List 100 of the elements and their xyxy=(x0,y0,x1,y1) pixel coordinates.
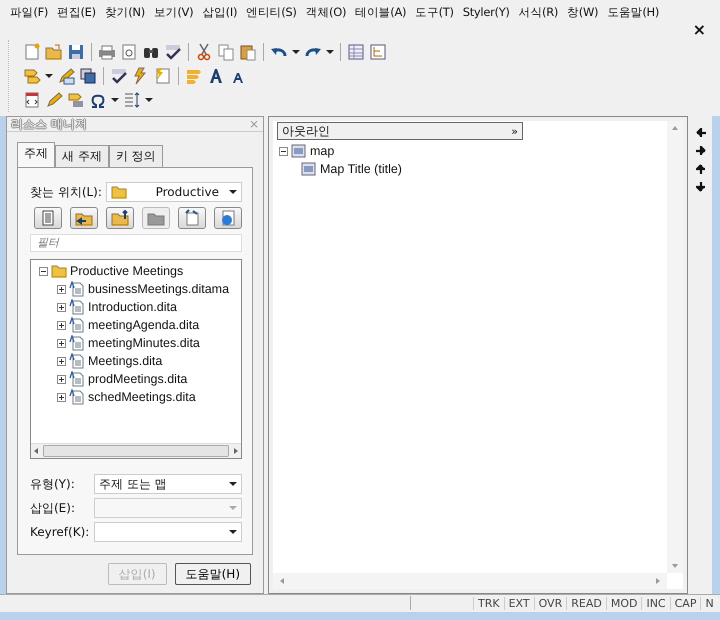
print-preview-icon[interactable] xyxy=(120,43,138,61)
collapse-icon[interactable] xyxy=(279,146,288,156)
table-icon[interactable] xyxy=(347,43,365,61)
scroll-down-icon[interactable] xyxy=(672,563,678,569)
field-label: 유형(Y): xyxy=(30,476,76,492)
printer-icon[interactable] xyxy=(98,43,116,61)
more-button[interactable]: » xyxy=(511,124,518,138)
globe-page-button[interactable] xyxy=(214,207,242,229)
tree-view-icon[interactable] xyxy=(369,43,387,61)
field-label: 삽입(E): xyxy=(30,500,76,516)
menu-item[interactable]: 보기(V) xyxy=(154,4,194,20)
horizontal-scrollbar[interactable] xyxy=(273,573,667,589)
menu-item[interactable]: 삽입(I) xyxy=(202,4,238,20)
menu-item[interactable]: 서식(R) xyxy=(518,4,558,20)
scissors-icon[interactable] xyxy=(195,43,213,61)
new-document-icon[interactable] xyxy=(23,43,41,61)
scroll-left-icon[interactable] xyxy=(279,578,285,584)
expand-icon[interactable] xyxy=(57,392,66,402)
sort-lines-icon[interactable] xyxy=(123,91,141,109)
code-page-icon[interactable] xyxy=(23,91,41,109)
expand-icon[interactable] xyxy=(57,356,66,366)
squares-icon[interactable] xyxy=(79,67,97,85)
location-label: 찾는 위치(L): xyxy=(30,184,102,200)
menu-item[interactable]: 엔티티(S) xyxy=(246,4,297,20)
arrow-icon[interactable] xyxy=(696,128,706,138)
element-icon xyxy=(301,161,317,177)
filter-field[interactable]: 필터 xyxy=(30,234,242,252)
spell-check-icon[interactable] xyxy=(164,43,182,61)
open-folder-icon[interactable] xyxy=(45,43,63,61)
arrow-icon[interactable] xyxy=(696,182,706,192)
check-list-icon[interactable] xyxy=(110,67,128,85)
tag-icon[interactable] xyxy=(23,67,41,85)
menu-item[interactable]: 도구(T) xyxy=(415,4,454,20)
document-icon xyxy=(69,317,85,333)
help-button[interactable]: 도움말(H) xyxy=(174,563,251,585)
folder-back-button[interactable] xyxy=(70,207,98,229)
status-indicator: TRK xyxy=(473,596,504,610)
tree-item[interactable]: map xyxy=(310,144,334,158)
dropdown-field[interactable] xyxy=(94,522,242,542)
vertical-scrollbar[interactable] xyxy=(667,121,683,573)
tree-item[interactable]: meetingAgenda.dita xyxy=(88,318,200,332)
letter-large-icon[interactable] xyxy=(207,67,225,85)
tree-item[interactable]: Productive Meetings xyxy=(70,264,184,278)
menu-item[interactable]: 도움말(H) xyxy=(607,4,660,20)
arrow-icon[interactable] xyxy=(696,164,706,174)
lightning-page-icon[interactable] xyxy=(154,67,172,85)
menu-item[interactable]: Styler(Y) xyxy=(462,4,510,20)
document-icon xyxy=(69,371,85,387)
save-icon[interactable] xyxy=(67,43,85,61)
status-indicator: N xyxy=(700,596,718,610)
status-indicator: OVR xyxy=(534,596,566,610)
copy-icon[interactable] xyxy=(217,43,235,61)
menu-item[interactable]: 테이블(A) xyxy=(355,4,406,20)
tree-item[interactable]: Meetings.dita xyxy=(88,354,162,368)
tree-item[interactable]: Introduction.dita xyxy=(88,300,177,314)
scroll-right-icon[interactable] xyxy=(233,448,239,454)
dropdown-field[interactable]: 주제 또는 맵 xyxy=(94,474,242,494)
menu-item[interactable]: 편집(E) xyxy=(57,4,96,20)
scroll-up-icon[interactable] xyxy=(672,125,678,131)
paste-icon[interactable] xyxy=(239,43,257,61)
list-tag-icon[interactable] xyxy=(67,91,85,109)
folder-up-icon xyxy=(111,209,129,227)
expand-icon[interactable] xyxy=(57,320,66,330)
tab[interactable]: 주제 xyxy=(17,142,55,167)
document-icon xyxy=(69,299,85,315)
panel-title: 리소스 매니저 xyxy=(11,116,87,132)
pencil-icon[interactable] xyxy=(57,67,75,85)
page-arrows-button[interactable] xyxy=(178,207,206,229)
tree-item[interactable]: prodMeetings.dita xyxy=(88,372,188,386)
expand-icon[interactable] xyxy=(57,302,66,312)
scroll-left-icon[interactable] xyxy=(33,448,39,454)
menu-item[interactable]: 창(W) xyxy=(567,4,598,20)
menu-item[interactable]: 객체(O) xyxy=(306,4,346,20)
close-button[interactable]: × xyxy=(692,22,706,38)
status-indicator: EXT xyxy=(504,596,534,610)
tree-item[interactable]: meetingMinutes.dita xyxy=(88,336,200,350)
expand-icon[interactable] xyxy=(57,284,66,294)
document-icon xyxy=(69,335,85,351)
tab[interactable]: 새 주제 xyxy=(55,145,109,167)
document-icon xyxy=(69,353,85,369)
outline-tab[interactable]: 아웃라인 xyxy=(282,122,330,140)
tree-item[interactable]: schedMeetings.dita xyxy=(88,390,196,404)
location-dropdown[interactable]: Productive xyxy=(106,182,242,202)
tab[interactable]: 키 정의 xyxy=(108,145,163,167)
expand-icon[interactable] xyxy=(57,338,66,348)
document-icon xyxy=(69,281,85,297)
status-indicator: INC xyxy=(641,596,670,610)
menu-item[interactable]: 찾기(N) xyxy=(104,4,145,20)
dropdown-caret-icon xyxy=(229,188,237,196)
code-pencil-icon[interactable] xyxy=(45,91,63,109)
page-button[interactable] xyxy=(34,207,62,229)
arrow-icon[interactable] xyxy=(696,146,706,156)
scroll-right-icon[interactable] xyxy=(655,578,661,584)
tree-item[interactable]: Map Title (title) xyxy=(320,162,402,176)
collapse-icon[interactable] xyxy=(39,266,48,276)
menu-item[interactable]: 파일(F) xyxy=(10,4,48,20)
folder-up-button[interactable] xyxy=(106,207,134,229)
horizontal-scrollbar[interactable] xyxy=(31,443,241,458)
tree-item[interactable]: businessMeetings.ditama xyxy=(88,282,230,296)
expand-icon[interactable] xyxy=(57,374,66,384)
